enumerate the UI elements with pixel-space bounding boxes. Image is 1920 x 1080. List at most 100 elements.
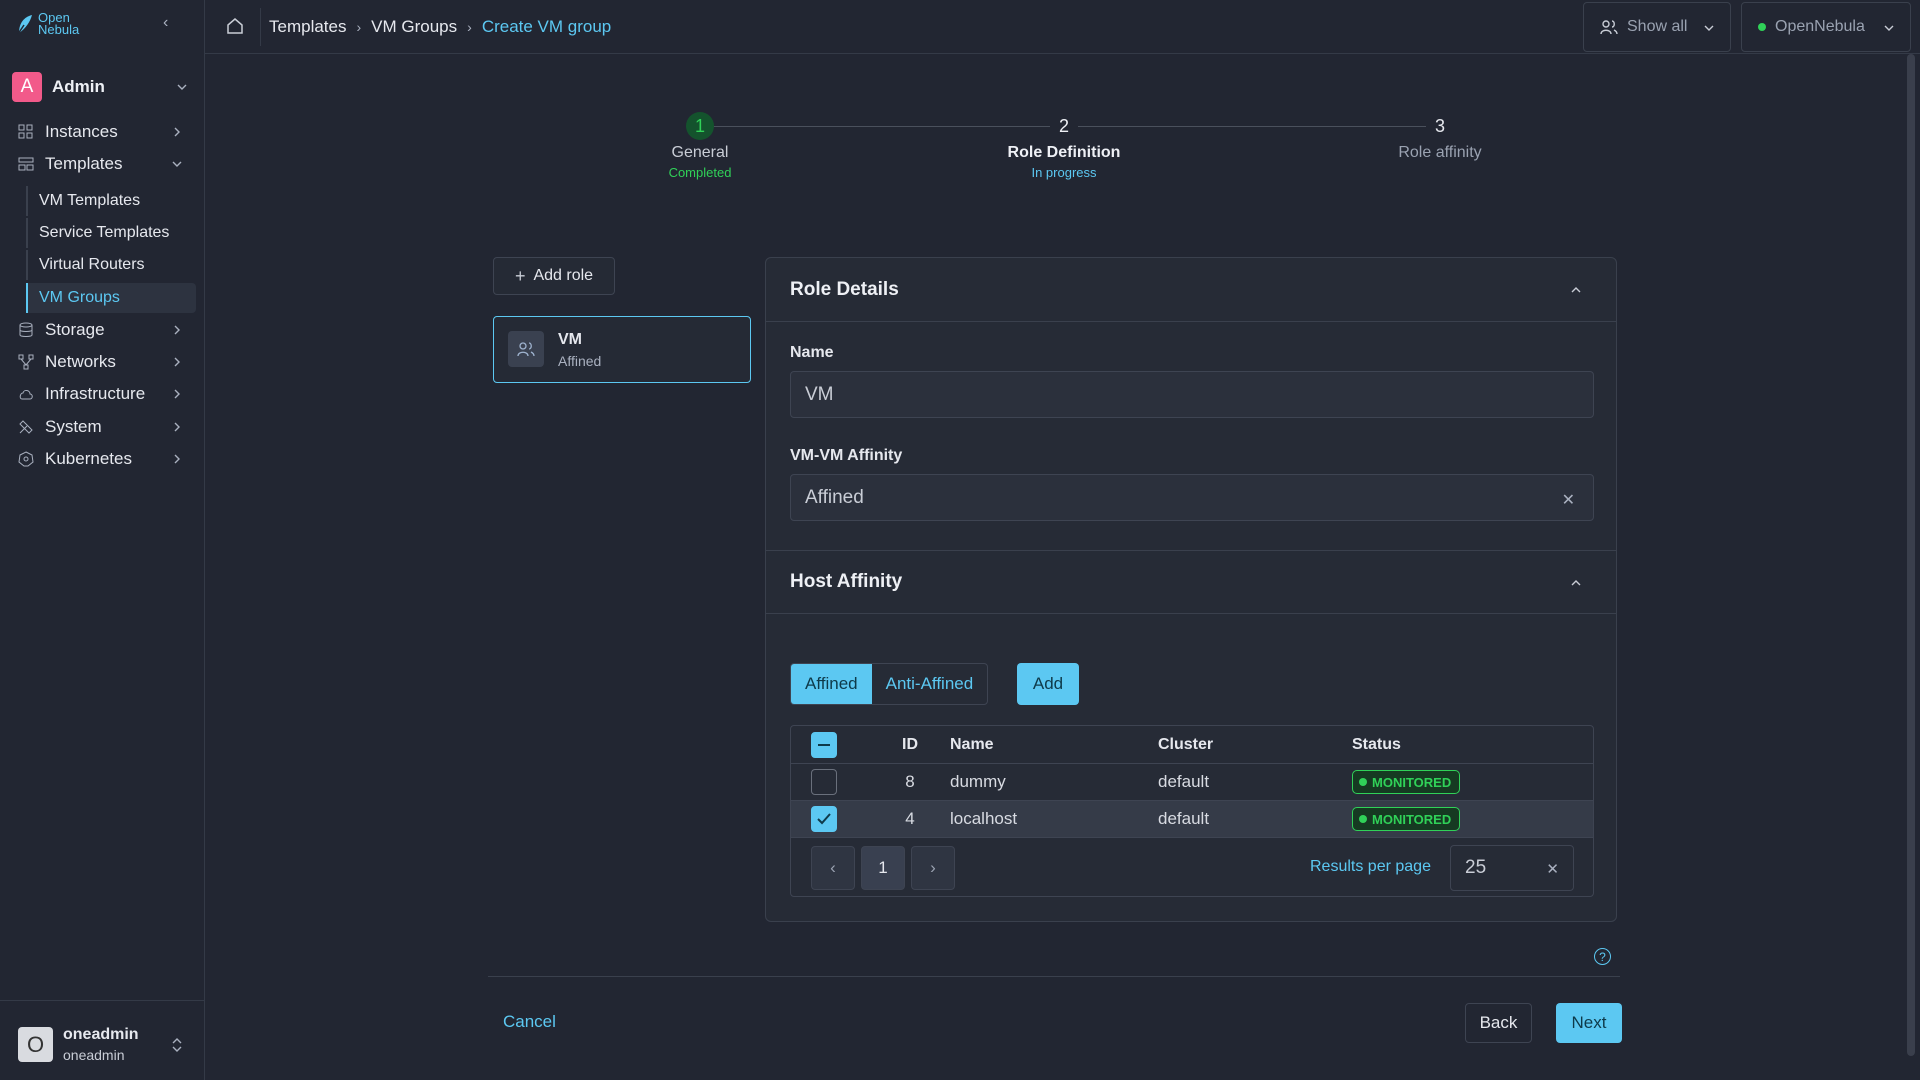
table-header: ID Name Cluster Status bbox=[791, 726, 1593, 764]
account-group: oneadmin bbox=[63, 1047, 125, 1063]
role-details-header[interactable]: Role Details bbox=[766, 258, 1616, 322]
breadcrumb-current: Create VM group bbox=[481, 17, 612, 36]
account-menu[interactable]: O oneadmin oneadmin bbox=[0, 1000, 205, 1080]
role-card-vm[interactable]: VM Affined bbox=[493, 316, 751, 383]
status-text: MONITORED bbox=[1372, 774, 1452, 790]
plus-icon: + bbox=[514, 265, 526, 286]
zone-selector[interactable]: OpenNebula bbox=[1741, 2, 1911, 52]
add-role-button[interactable]: + Add role bbox=[493, 257, 615, 295]
sidebar-item-templates[interactable]: Templates bbox=[0, 149, 205, 179]
host-name: dummy bbox=[950, 772, 1006, 791]
step-role-definition: 2 Role Definition In progress bbox=[984, 112, 1144, 181]
opennebula-logo[interactable]: Open Nebula bbox=[16, 11, 79, 36]
role-name-value: VM bbox=[805, 383, 834, 405]
sidebar-subitem-service-templates[interactable]: Service Templates bbox=[26, 218, 196, 248]
sidebar-item-networks[interactable]: Networks bbox=[0, 347, 205, 377]
status-dot bbox=[1359, 778, 1367, 786]
step-status: In progress bbox=[1031, 165, 1097, 180]
status-dot bbox=[1359, 815, 1367, 823]
column-status[interactable]: Status bbox=[1352, 736, 1401, 754]
kubernetes-icon bbox=[18, 451, 34, 467]
logo-leaf-icon bbox=[17, 15, 32, 35]
clear-icon[interactable]: ✕ bbox=[1546, 860, 1559, 878]
add-host-button[interactable]: Add bbox=[1017, 663, 1079, 705]
back-button[interactable]: Back bbox=[1465, 1003, 1532, 1043]
step-role-affinity: 3 Role affinity bbox=[1360, 112, 1520, 162]
column-cluster[interactable]: Cluster bbox=[1158, 736, 1213, 754]
sidebar-item-system[interactable]: System bbox=[0, 412, 205, 442]
column-name[interactable]: Name bbox=[950, 736, 994, 754]
affined-option[interactable]: Affined bbox=[791, 664, 872, 704]
chevron-right-icon bbox=[174, 325, 180, 335]
sidebar-item-label: Networks bbox=[45, 352, 116, 371]
page-number-button[interactable]: 1 bbox=[861, 846, 905, 890]
status-text: MONITORED bbox=[1372, 811, 1452, 827]
sidebar-subitem-vm-groups[interactable]: VM Groups bbox=[26, 283, 196, 313]
collapse-sidebar-icon[interactable]: ‹ bbox=[163, 15, 177, 31]
results-per-page-select[interactable]: 25 ✕ bbox=[1450, 845, 1574, 891]
next-page-button[interactable]: › bbox=[911, 846, 955, 890]
next-button[interactable]: Next bbox=[1556, 1003, 1622, 1043]
sidebar-item-label: Instances bbox=[45, 122, 118, 141]
sidebar-item-infrastructure[interactable]: Infrastructure bbox=[0, 379, 205, 409]
chevron-down-icon bbox=[1884, 25, 1894, 31]
select-all-checkbox[interactable] bbox=[811, 731, 837, 758]
cloud-icon bbox=[19, 390, 33, 400]
table-row[interactable]: 8 dummy default MONITORED bbox=[791, 764, 1593, 801]
sidebar-item-instances[interactable]: Instances bbox=[0, 117, 205, 147]
home-icon[interactable] bbox=[225, 16, 245, 36]
chevron-right-icon bbox=[174, 389, 180, 399]
host-cluster: default bbox=[1158, 772, 1210, 791]
host-affinity-header[interactable]: Host Affinity bbox=[766, 550, 1616, 614]
step-number: 2 bbox=[1058, 115, 1069, 136]
cancel-button[interactable]: Cancel bbox=[503, 1012, 556, 1032]
help-icon[interactable]: ? bbox=[1594, 948, 1611, 965]
hosts-table: ID Name Cluster Status 8 dummy default M… bbox=[790, 725, 1594, 897]
table-row[interactable]: 4 localhost default MONITORED bbox=[791, 801, 1593, 838]
prev-page-button[interactable]: ‹ bbox=[811, 846, 855, 890]
host-id: 4 bbox=[905, 809, 915, 828]
results-per-page-label: Results per page bbox=[1310, 858, 1431, 875]
sidebar-subitem-virtual-routers[interactable]: Virtual Routers bbox=[26, 250, 196, 280]
sidebar-item-kubernetes[interactable]: Kubernetes bbox=[0, 444, 205, 474]
sidebar-subitem-vm-templates[interactable]: VM Templates bbox=[26, 186, 196, 216]
sidebar-item-storage[interactable]: Storage bbox=[0, 315, 205, 345]
step-number: 1 bbox=[686, 112, 714, 140]
breadcrumb-templates[interactable]: Templates bbox=[269, 17, 346, 37]
section-title: Role Details bbox=[790, 278, 899, 300]
chevron-down-icon bbox=[1704, 25, 1714, 31]
networks-icon bbox=[18, 354, 34, 370]
chevron-up-down-icon bbox=[172, 1038, 182, 1052]
sidebar: Open Nebula ‹ A Admin Instances Templates… bbox=[0, 0, 205, 1080]
show-all-label: Show all bbox=[1627, 18, 1688, 35]
sidebar-item-label: Infrastructure bbox=[45, 384, 146, 403]
step-title: Role affinity bbox=[1398, 144, 1482, 161]
topbar: Templates › VM Groups › Create VM group … bbox=[205, 0, 1920, 54]
anti-affined-option[interactable]: Anti-Affined bbox=[872, 664, 988, 704]
user-name: Admin bbox=[52, 77, 105, 96]
role-users-icon bbox=[508, 331, 544, 367]
wizard-stepper: 1 General Completed 2 Role Definition In… bbox=[620, 112, 1520, 192]
breadcrumb-separator-icon: › bbox=[356, 19, 362, 35]
clear-icon[interactable]: ✕ bbox=[1562, 490, 1575, 510]
affinity-toggle: Affined Anti-Affined bbox=[790, 663, 989, 705]
role-name-input[interactable]: VM bbox=[790, 371, 1594, 418]
instances-icon bbox=[18, 124, 33, 139]
chevron-right-icon bbox=[174, 127, 180, 137]
column-id[interactable]: ID bbox=[895, 736, 925, 754]
add-role-label: Add role bbox=[533, 267, 594, 284]
user-switcher[interactable]: A Admin bbox=[12, 72, 192, 102]
chevron-left-icon: ‹ bbox=[830, 858, 836, 877]
sidebar-item-label: System bbox=[45, 417, 102, 436]
chevron-right-icon: › bbox=[930, 858, 936, 877]
breadcrumb-vm-groups[interactable]: VM Groups bbox=[371, 17, 457, 37]
row-checkbox[interactable] bbox=[811, 769, 837, 795]
status-badge: MONITORED bbox=[1352, 807, 1461, 831]
vm-vm-affinity-select[interactable]: Affined ✕ bbox=[790, 474, 1594, 521]
vm-vm-affinity-label: VM-VM Affinity bbox=[790, 447, 903, 464]
chevron-down-icon bbox=[172, 161, 182, 167]
show-all-filter-button[interactable]: Show all bbox=[1583, 2, 1731, 52]
row-checkbox[interactable] bbox=[811, 806, 837, 832]
tools-icon bbox=[19, 420, 33, 434]
scrollbar[interactable] bbox=[1907, 54, 1915, 1056]
